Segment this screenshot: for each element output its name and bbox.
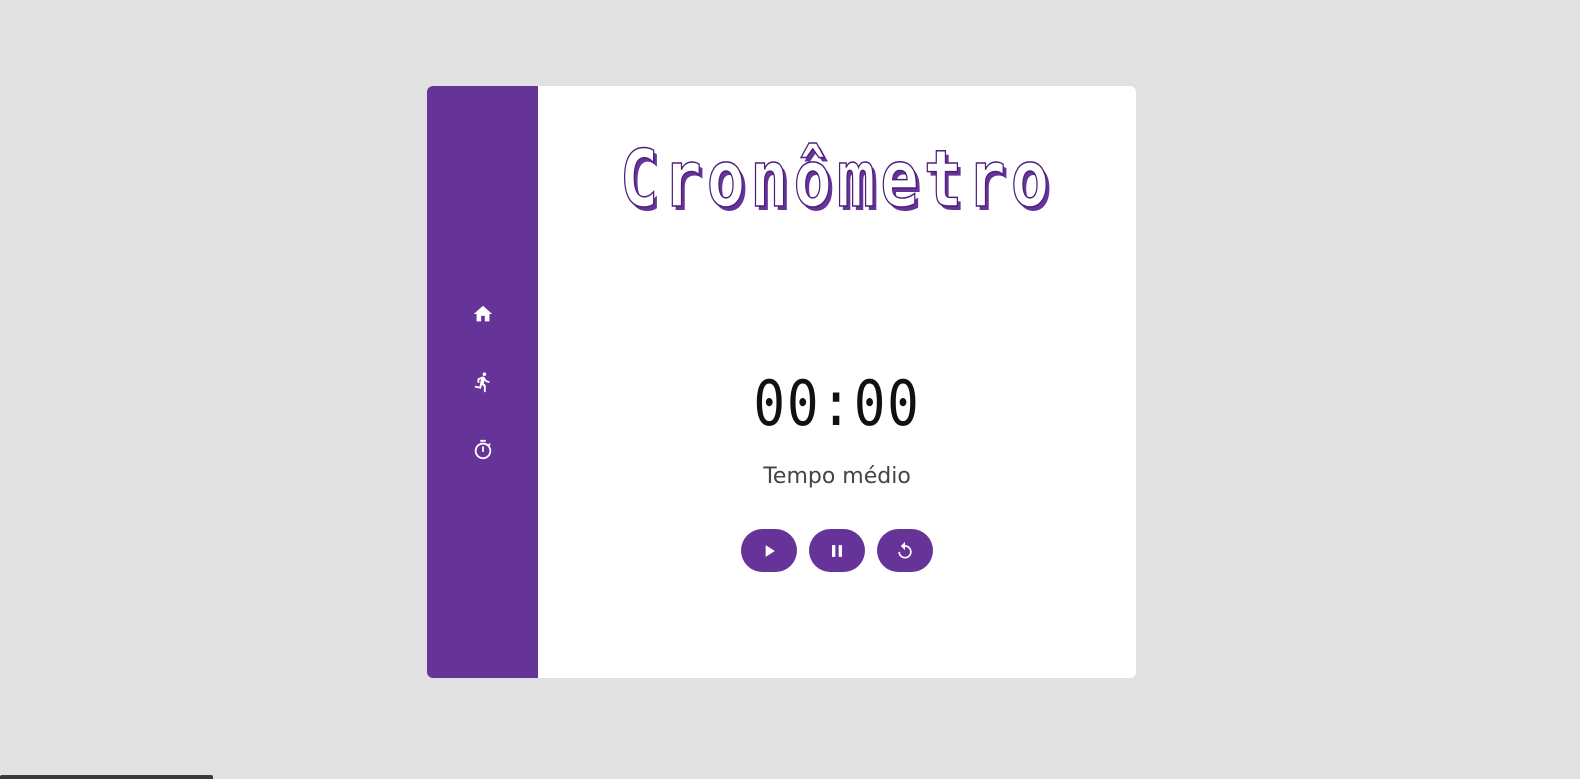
sidebar-item-running[interactable] [471, 370, 495, 394]
sidebar [427, 86, 538, 678]
bottom-bar [0, 775, 213, 779]
time-label: Tempo médio [763, 464, 911, 489]
main-panel: Cronômetro 00:00 Tempo médio [538, 86, 1136, 678]
home-icon [473, 305, 492, 322]
sidebar-item-stopwatch[interactable] [471, 438, 495, 462]
stopwatch-card: Cronômetro 00:00 Tempo médio [427, 86, 1136, 678]
reset-button[interactable] [877, 529, 933, 572]
play-icon [765, 544, 775, 557]
sidebar-item-home[interactable] [471, 302, 495, 326]
play-button[interactable] [741, 529, 797, 572]
running-person-icon [474, 372, 489, 393]
pause-icon [832, 544, 842, 557]
stopwatch-icon [474, 439, 491, 460]
reset-icon [898, 541, 912, 558]
controls [538, 529, 1136, 572]
pause-button[interactable] [809, 529, 865, 572]
page-title: Cronômetro [619, 134, 1055, 226]
time-display: 00:00 [753, 367, 921, 440]
